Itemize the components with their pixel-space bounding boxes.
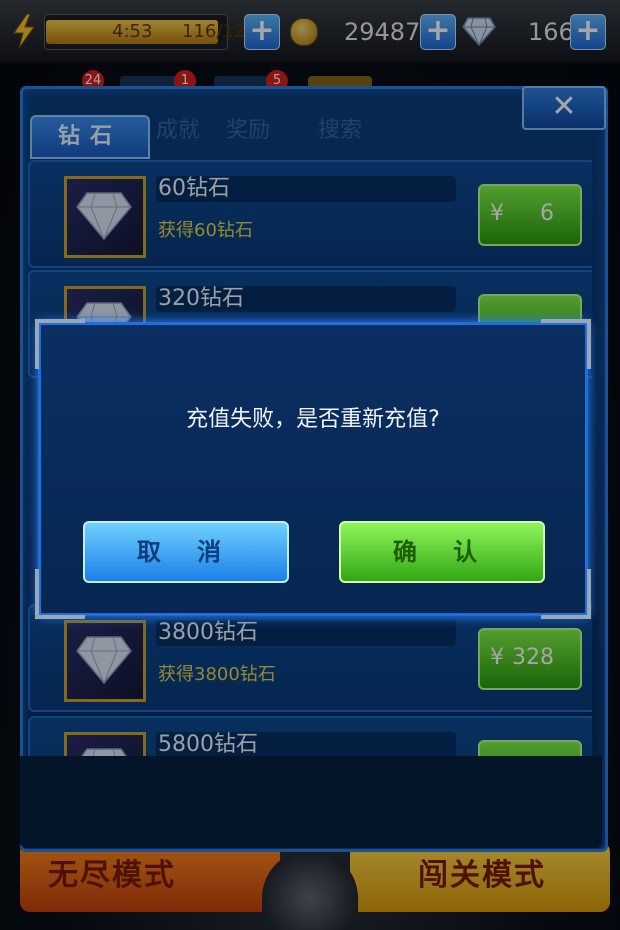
recharge-failed-dialog: 充值失败，是否重新充值? 取 消 确 认 bbox=[35, 319, 591, 619]
dialog-corner-ornament bbox=[541, 319, 591, 369]
dialog-corner-ornament bbox=[35, 319, 85, 369]
confirm-button[interactable]: 确 认 bbox=[339, 521, 545, 583]
dialog-message: 充值失败，是否重新充值? bbox=[186, 407, 440, 432]
dialog-corner-ornament bbox=[541, 569, 591, 619]
cancel-button[interactable]: 取 消 bbox=[83, 521, 289, 583]
dialog-corner-ornament bbox=[35, 569, 85, 619]
